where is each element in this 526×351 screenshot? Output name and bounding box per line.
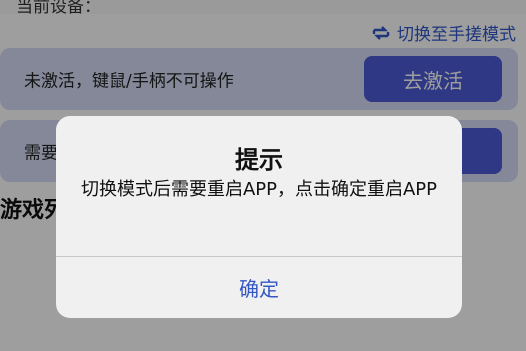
- dialog-message: 切换模式后需要重启APP，点击确定重启APP: [80, 179, 438, 200]
- alert-dialog: 提示 切换模式后需要重启APP，点击确定重启APP 确定: [56, 116, 462, 318]
- dialog-title: 提示: [235, 146, 283, 174]
- page: 当前设备： 切换至手搓模式 未激活，键鼠/手柄不可操作 去激活 需要悬浮窗权限 …: [0, 0, 526, 351]
- confirm-button[interactable]: 确定: [56, 257, 462, 318]
